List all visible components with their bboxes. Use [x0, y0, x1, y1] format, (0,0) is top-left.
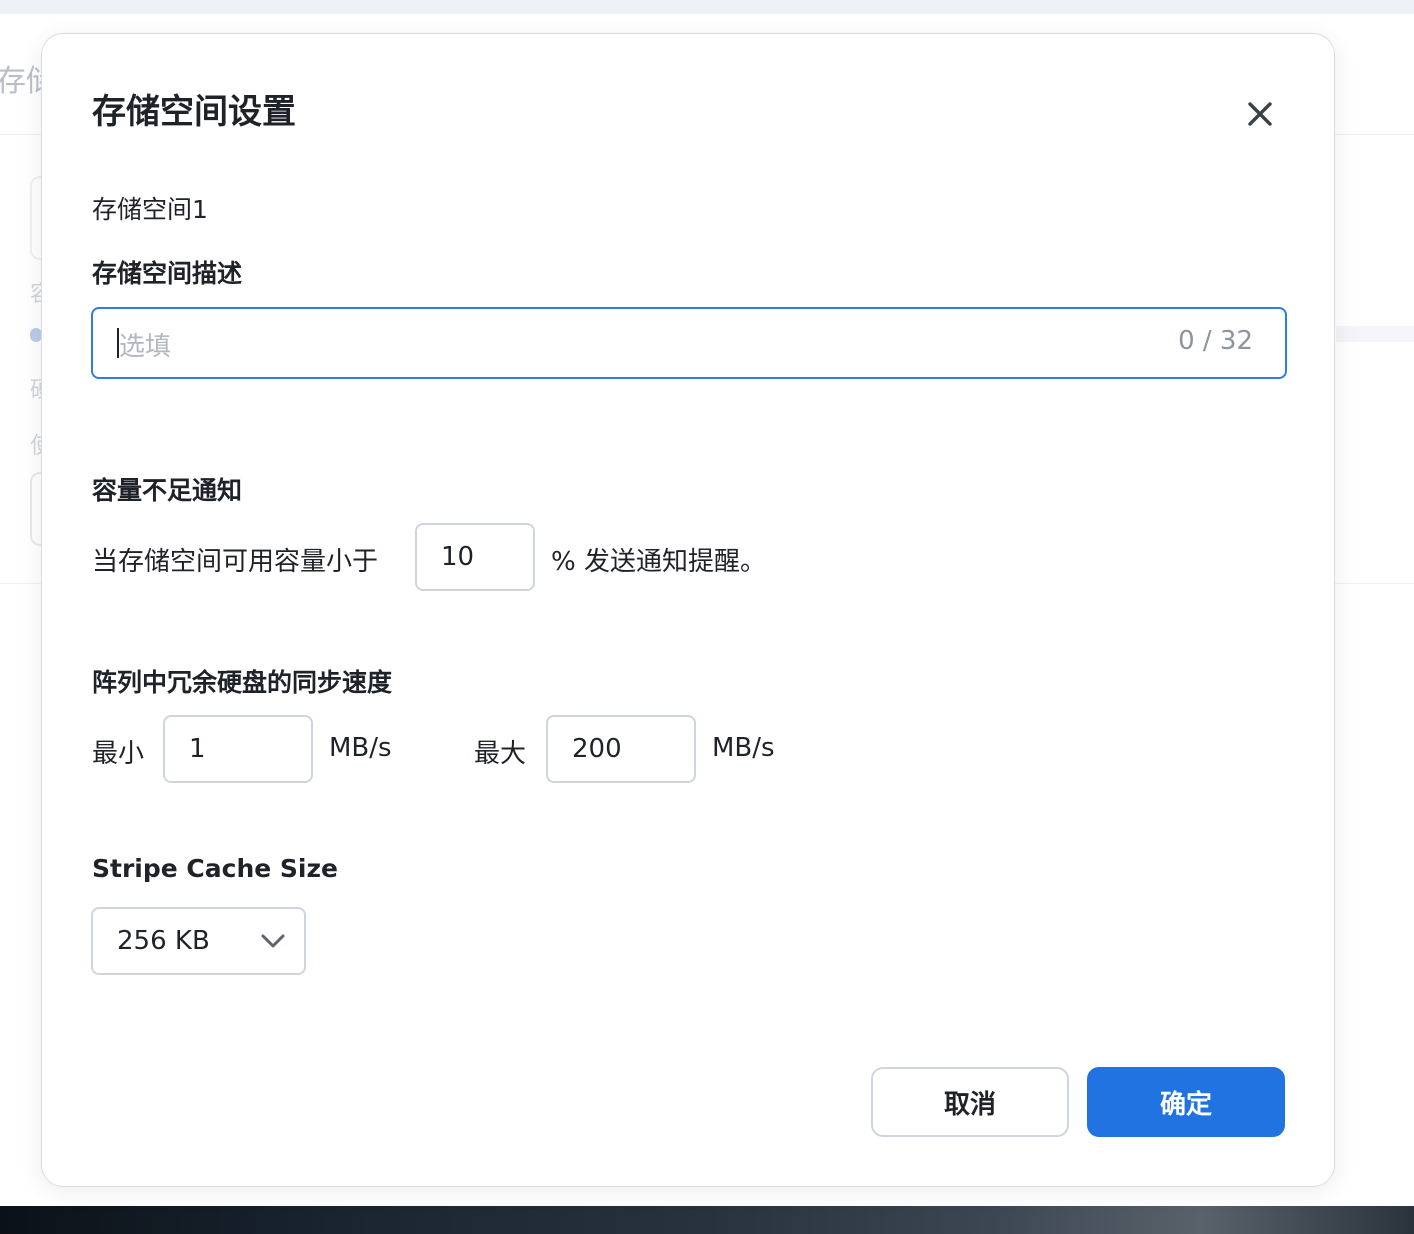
cancel-button[interactable]: 取消 [871, 1067, 1069, 1137]
sync-speed-label: 阵列中冗余硬盘的同步速度 [92, 668, 393, 697]
max-speed-label: 最大 [474, 739, 527, 769]
chevron-down-icon [261, 934, 285, 948]
description-label: 存储空间描述 [92, 259, 243, 288]
min-speed-label: 最小 [92, 739, 145, 769]
stripe-cache-value: 256 KB [117, 926, 210, 956]
description-input[interactable]: 选填 0 / 32 [91, 307, 1287, 379]
stripe-cache-label: Stripe Cache Size [92, 854, 338, 883]
close-icon [1248, 102, 1272, 126]
dialog-title: 存储空间设置 [92, 92, 296, 132]
low-capacity-percent-input[interactable]: 10 [415, 523, 535, 591]
background-top-strip [0, 0, 1414, 14]
storage-settings-dialog: 存储空间设置 存储空间1 存储空间描述 选填 0 / 32 容量不足通知 当存储… [41, 33, 1335, 1187]
volume-name: 存储空间1 [92, 195, 208, 224]
low-capacity-prefix: 当存储空间可用容量小于 [92, 547, 379, 577]
low-capacity-suffix: % 发送通知提醒。 [551, 547, 766, 577]
desktop-wallpaper-strip [0, 1206, 1414, 1234]
close-button[interactable] [1238, 92, 1282, 136]
low-capacity-label: 容量不足通知 [92, 476, 243, 505]
stripe-cache-select[interactable]: 256 KB [91, 907, 306, 975]
max-speed-input[interactable]: 200 [546, 715, 696, 783]
min-speed-unit: MB/s [329, 733, 392, 763]
confirm-button[interactable]: 确定 [1087, 1067, 1285, 1137]
max-speed-unit: MB/s [712, 733, 775, 763]
background-progress-track [1336, 326, 1414, 342]
description-placeholder: 选填 [119, 332, 172, 362]
character-counter: 0 / 32 [1178, 326, 1253, 356]
min-speed-input[interactable]: 1 [163, 715, 313, 783]
